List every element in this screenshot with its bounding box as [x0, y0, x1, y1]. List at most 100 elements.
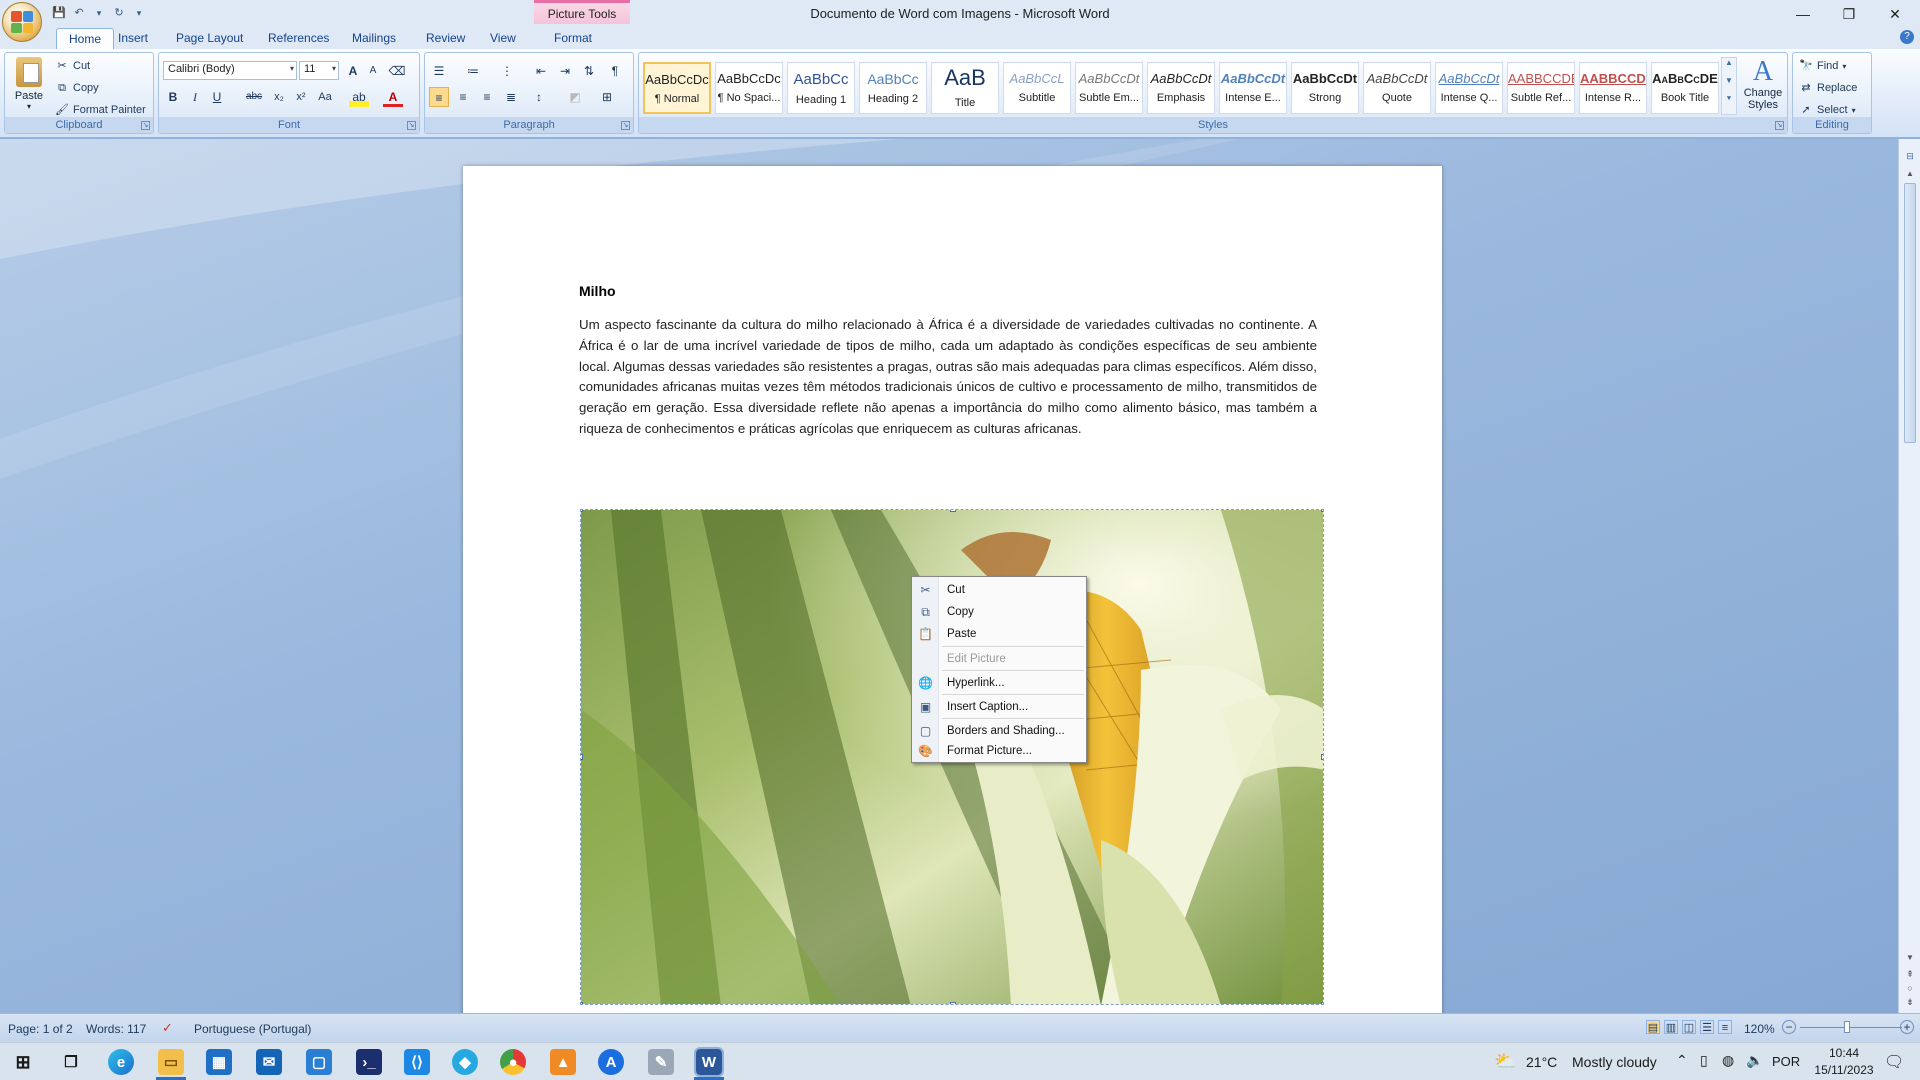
- draft-icon[interactable]: ≡: [1718, 1020, 1732, 1034]
- ruler-toggle-icon[interactable]: ⊟: [1903, 151, 1917, 165]
- powershell-icon[interactable]: ›_: [356, 1049, 382, 1075]
- zoom-in-icon[interactable]: +: [1900, 1020, 1914, 1034]
- globe-icon[interactable]: ◍: [1722, 1052, 1734, 1069]
- find-button[interactable]: 🔭 Find ▾: [1799, 57, 1846, 75]
- change-styles-button[interactable]: A Change Styles: [1741, 57, 1785, 119]
- line-spacing-icon[interactable]: ↕: [529, 87, 549, 107]
- outline-icon[interactable]: ☰: [1700, 1020, 1714, 1034]
- chevron-up-icon[interactable]: ⌃: [1676, 1052, 1688, 1069]
- justify-icon[interactable]: ≣: [501, 87, 521, 107]
- change-case-button[interactable]: Aa: [315, 87, 335, 107]
- shading-icon[interactable]: ◩: [565, 87, 585, 107]
- highlight-icon[interactable]: ab: [349, 87, 369, 107]
- next-page-icon[interactable]: ⇟: [1903, 997, 1917, 1008]
- clipboard-launcher-icon[interactable]: ↘: [141, 121, 150, 130]
- paste-button[interactable]: Paste ▾: [11, 57, 47, 115]
- weather-description[interactable]: Mostly cloudy: [1572, 1054, 1657, 1070]
- strikethrough-button[interactable]: abc: [241, 87, 267, 107]
- font-color-icon[interactable]: A: [383, 87, 403, 107]
- chrome-icon[interactable]: ●: [500, 1049, 526, 1075]
- resize-handle[interactable]: [950, 510, 956, 512]
- style-tile[interactable]: AaBbCcL Subtitle: [1003, 62, 1071, 114]
- proofing-icon[interactable]: ✓: [162, 1020, 173, 1036]
- start-icon[interactable]: ⊞: [10, 1049, 36, 1075]
- clock-time[interactable]: 10:44: [1812, 1046, 1876, 1060]
- style-tile[interactable]: AaBbCcDE Book Title: [1651, 62, 1719, 114]
- language-indicator[interactable]: Portuguese (Portugal): [194, 1022, 311, 1036]
- print-layout-icon[interactable]: ▤: [1646, 1020, 1660, 1034]
- resize-handle[interactable]: [581, 1002, 583, 1004]
- paste-dropdown-icon[interactable]: ▾: [11, 102, 47, 111]
- resize-handle[interactable]: [1321, 754, 1323, 760]
- file-explorer-icon[interactable]: ▭: [158, 1049, 184, 1075]
- tab-view[interactable]: View: [478, 28, 528, 50]
- increase-indent-icon[interactable]: ⇥: [555, 61, 575, 81]
- align-center-icon[interactable]: ≡: [453, 87, 473, 107]
- copy-button[interactable]: ⧉ Copy: [55, 79, 99, 97]
- help-icon[interactable]: ?: [1900, 30, 1914, 44]
- tab-page-layout[interactable]: Page Layout: [164, 28, 255, 50]
- mail-icon[interactable]: ✉: [256, 1049, 282, 1075]
- tab-review[interactable]: Review: [414, 28, 477, 50]
- speaker-icon[interactable]: 🔈: [1746, 1052, 1763, 1069]
- shrink-font-button[interactable]: A: [363, 61, 383, 81]
- weather-icon[interactable]: ⛅: [1494, 1051, 1516, 1072]
- numbering-icon[interactable]: ≔: [463, 61, 483, 81]
- style-tile[interactable]: AaBbCcDt Quote: [1363, 62, 1431, 114]
- edge-icon[interactable]: e: [108, 1049, 134, 1075]
- menu-item-cut[interactable]: ✂ Cut: [912, 579, 1088, 601]
- app-window-icon[interactable]: ▢: [306, 1049, 332, 1075]
- page-indicator[interactable]: Page: 1 of 2: [8, 1022, 73, 1036]
- menu-item-insert-caption[interactable]: ▣ Insert Caption...: [912, 696, 1088, 718]
- style-tile[interactable]: AaBbCcDt Subtle Em...: [1075, 62, 1143, 114]
- office-app-icon[interactable]: ▲: [550, 1049, 576, 1075]
- align-left-icon[interactable]: ≡: [429, 87, 449, 107]
- style-tile[interactable]: AaBbCc Heading 1: [787, 62, 855, 114]
- clock-date[interactable]: 15/11/2023: [1808, 1063, 1880, 1077]
- network-device-icon[interactable]: ▯: [1700, 1052, 1708, 1069]
- web-layout-icon[interactable]: ◫: [1682, 1020, 1696, 1034]
- previous-page-icon[interactable]: ⇞: [1903, 969, 1917, 980]
- vscode-icon[interactable]: ⟨⟩: [404, 1049, 430, 1075]
- show-paragraph-marks-icon[interactable]: ¶: [605, 61, 625, 81]
- multilevel-list-icon[interactable]: ⋮: [497, 61, 517, 81]
- tab-insert[interactable]: Insert: [106, 28, 160, 50]
- zoom-level[interactable]: 120%: [1744, 1022, 1775, 1036]
- font-size-combo[interactable]: 11 ▾: [299, 61, 339, 80]
- office-button[interactable]: [2, 2, 42, 42]
- style-tile[interactable]: AaBbCcDt Strong: [1291, 62, 1359, 114]
- decrease-indent-icon[interactable]: ⇤: [531, 61, 551, 81]
- superscript-button[interactable]: x²: [291, 87, 311, 107]
- zoom-out-icon[interactable]: −: [1782, 1020, 1796, 1034]
- tab-format[interactable]: Format: [542, 28, 604, 50]
- style-tile[interactable]: AaBbCc Heading 2: [859, 62, 927, 114]
- underline-button[interactable]: U: [207, 87, 227, 107]
- store-icon[interactable]: ▦: [206, 1049, 232, 1075]
- style-tile[interactable]: AaBbCcDt Intense Q...: [1435, 62, 1503, 114]
- style-tile[interactable]: AaBbCcDc ¶ No Spaci...: [715, 62, 783, 114]
- align-right-icon[interactable]: ≡: [477, 87, 497, 107]
- menu-item-copy[interactable]: ⧉ Copy: [912, 601, 1088, 623]
- scroll-down-icon[interactable]: ▼: [1903, 953, 1917, 962]
- bold-button[interactable]: B: [163, 87, 183, 107]
- resize-handle[interactable]: [950, 1002, 956, 1004]
- menu-item-paste[interactable]: 📋 Paste: [912, 623, 1088, 645]
- word-icon[interactable]: W: [694, 1047, 724, 1077]
- word-count[interactable]: Words: 117: [86, 1022, 146, 1036]
- scroll-thumb[interactable]: [1904, 183, 1916, 443]
- task-view-icon[interactable]: ❐: [58, 1049, 84, 1075]
- style-gallery-scroll[interactable]: ▲ ▼ ⯆: [1721, 57, 1737, 115]
- resize-handle[interactable]: [1321, 1002, 1323, 1004]
- cloud-app-icon[interactable]: ◆: [452, 1049, 478, 1075]
- scroll-up-icon[interactable]: ▲: [1903, 169, 1917, 178]
- tab-mailings[interactable]: Mailings: [340, 28, 408, 50]
- menu-item-format-picture[interactable]: 🎨 Format Picture...: [912, 740, 1088, 762]
- document-paragraph[interactable]: Um aspecto fascinante da cultura do milh…: [579, 315, 1317, 440]
- browse-object-icon[interactable]: ○: [1903, 983, 1917, 993]
- resize-handle[interactable]: [1321, 510, 1323, 512]
- style-tile[interactable]: AaBbCcDt Emphasis: [1147, 62, 1215, 114]
- style-tile[interactable]: AABBCCDE Subtle Ref...: [1507, 62, 1575, 114]
- replace-button[interactable]: ⇄ Replace: [1799, 79, 1857, 97]
- resize-handle[interactable]: [581, 510, 583, 512]
- menu-item-borders-shading[interactable]: ▢ Borders and Shading...: [912, 720, 1088, 742]
